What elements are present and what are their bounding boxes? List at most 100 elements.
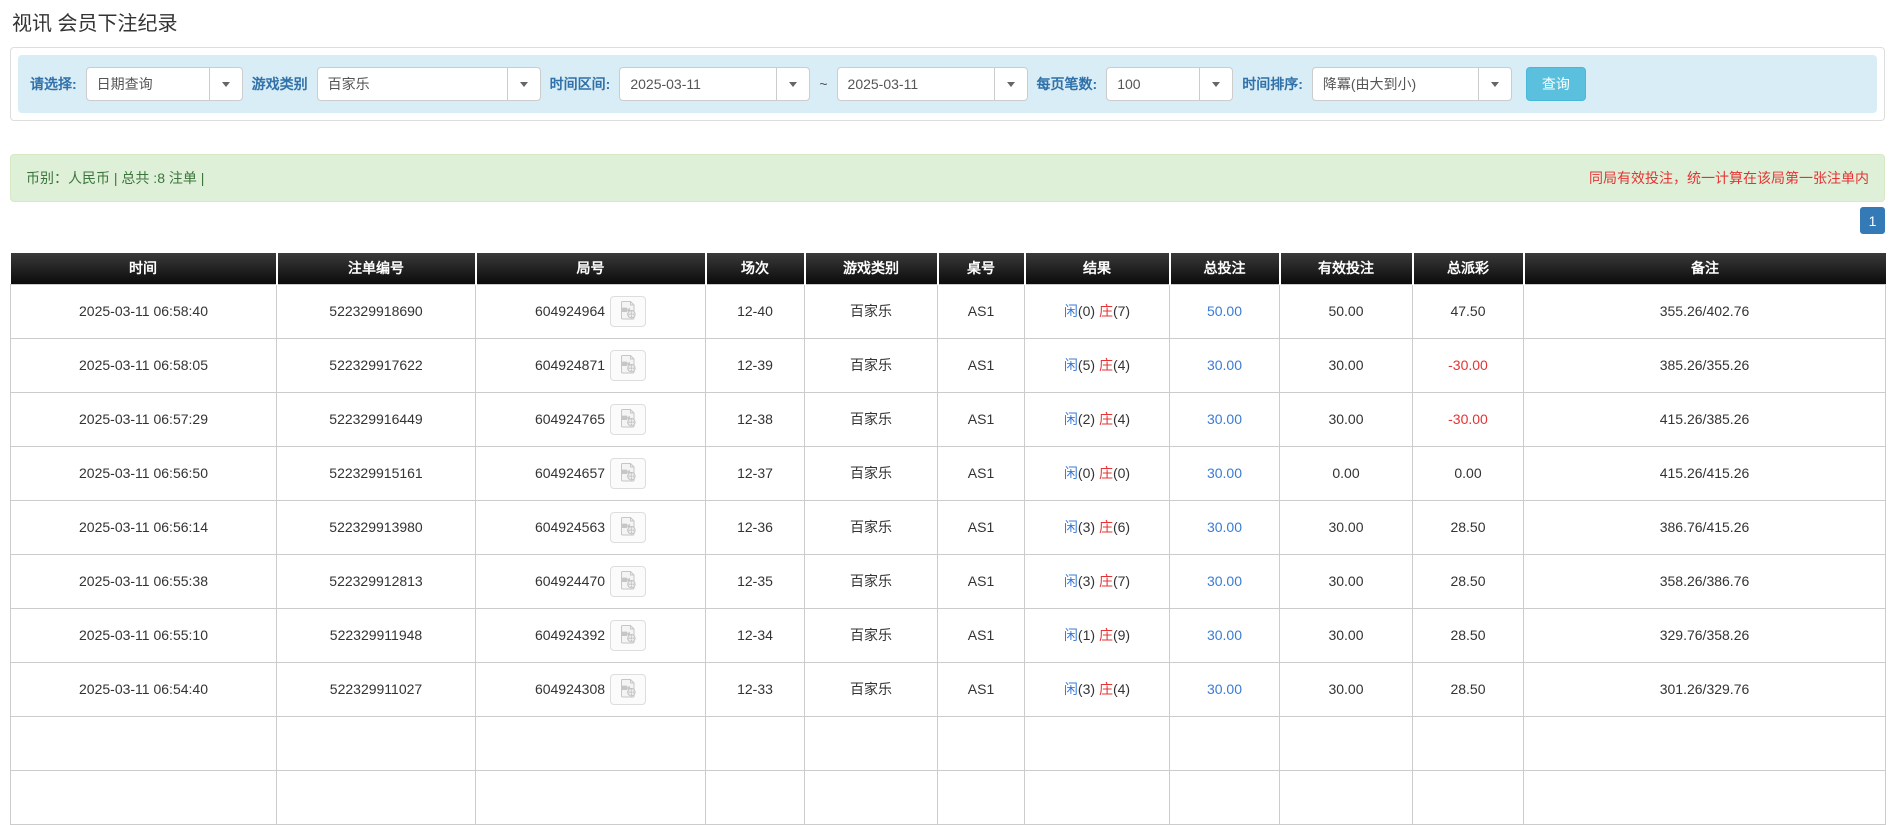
round-id-cell: 604924308 — [475, 661, 706, 717]
caret-down-icon — [506, 68, 540, 100]
video-file-icon — [618, 624, 638, 647]
date-from-select[interactable]: 2025-03-11 — [619, 67, 811, 101]
empty-cell — [1523, 715, 1886, 771]
round-id-cell: 604924563 — [475, 499, 706, 555]
table-no-cell: AS1 — [937, 553, 1025, 609]
summary-info-bar: 币别：人民币 | 总共 :8 注单 | 同局有效投注，统一计算在该局第一张注单内 — [10, 154, 1885, 202]
video-replay-button[interactable] — [610, 565, 647, 597]
valid-bet-notice-text: 同局有效投注，统一计算在该局第一张注单内 — [1589, 170, 1869, 186]
player-result-label: 闲 — [1063, 681, 1078, 697]
banker-result-label: 庄 — [1098, 411, 1113, 427]
valid-bet-cell: 0.00 — [1279, 445, 1413, 501]
video-replay-button[interactable] — [610, 295, 647, 327]
time-cell: 2025-03-11 06:58:05 — [10, 337, 277, 393]
total-valid-bet: 230.00 — [1279, 769, 1413, 825]
banker-result-label: 庄 — [1098, 465, 1113, 481]
round-id: 604924765 — [534, 411, 606, 427]
date-to-select[interactable]: 2025-03-11 — [836, 67, 1028, 101]
total-bet-link[interactable]: 30.00 — [1169, 607, 1280, 663]
subtotal-row: 小计 8 260.00 230.00 101.50 — [10, 715, 1886, 771]
video-replay-button[interactable] — [610, 673, 647, 705]
video-file-icon — [618, 516, 638, 539]
table-no-cell: AS1 — [937, 337, 1025, 393]
empty-cell — [1024, 715, 1170, 771]
remark-cell: 329.76/358.26 — [1523, 607, 1886, 663]
round-id: 604924964 — [534, 303, 606, 319]
player-result-count: (3) — [1077, 681, 1096, 697]
video-replay-button[interactable] — [610, 403, 647, 435]
valid-bet-cell: 30.00 — [1279, 553, 1413, 609]
session-cell: 12-34 — [705, 607, 805, 663]
empty-cell — [475, 769, 706, 825]
game-type-select[interactable]: 百家乐 — [316, 67, 541, 101]
total-bet-link[interactable]: 30.00 — [1169, 553, 1280, 609]
table-row: 2025-03-11 06:56:50 522329915161 604924657… — [10, 445, 1886, 501]
session-cell: 12-40 — [705, 283, 805, 339]
player-result-count: (3) — [1077, 573, 1096, 589]
banker-result-count: (9) — [1112, 627, 1131, 643]
session-cell: 12-35 — [705, 553, 805, 609]
search-button[interactable]: 查询 — [1525, 67, 1586, 101]
page-title: 视讯 会员下注纪录 — [12, 13, 178, 35]
game-type-cell: 百家乐 — [804, 445, 938, 501]
pagination: 1 — [10, 207, 1885, 234]
game-type-cell: 百家乐 — [804, 337, 938, 393]
query-type-select[interactable]: 日期查询 — [85, 67, 243, 101]
round-id-cell: 604924871 — [475, 337, 706, 393]
empty-cell — [1024, 769, 1170, 825]
banker-result-count: (4) — [1112, 357, 1131, 373]
round-id-cell: 604924657 — [475, 445, 706, 501]
col-header-total-bet: 总投注 — [1169, 253, 1281, 284]
pagination-page-1-button[interactable]: 1 — [1860, 207, 1885, 234]
currency-total-text: 币别：人民币 | 总共 :8 注单 | — [26, 170, 205, 186]
col-header-payout: 总派彩 — [1412, 253, 1525, 284]
payout-cell: 47.50 — [1412, 283, 1524, 339]
date-from-value: 2025-03-11 — [630, 76, 701, 92]
video-replay-button[interactable] — [610, 349, 647, 381]
player-result-count: (3) — [1077, 519, 1096, 535]
banker-result-count: (7) — [1112, 573, 1131, 589]
caret-down-icon — [1199, 68, 1232, 100]
video-replay-button[interactable] — [610, 457, 647, 489]
table-no-cell: AS1 — [937, 283, 1025, 339]
subtotal-total-bet: 260.00 — [1169, 715, 1280, 771]
game-type-cell: 百家乐 — [804, 553, 938, 609]
total-total-bet: 260.00 — [1169, 769, 1280, 825]
total-bet-link[interactable]: 30.00 — [1169, 499, 1280, 555]
page-size-select[interactable]: 100 — [1106, 67, 1234, 101]
session-cell: 12-37 — [705, 445, 805, 501]
video-replay-button[interactable] — [610, 619, 647, 651]
bet-id-cell: 522329911027 — [276, 661, 476, 717]
player-result-label: 闲 — [1063, 519, 1078, 535]
total-bet-link[interactable]: 30.00 — [1169, 337, 1280, 393]
round-id-cell: 604924392 — [475, 607, 706, 663]
table-no-cell: AS1 — [937, 445, 1025, 501]
time-cell: 2025-03-11 06:55:38 — [10, 553, 277, 609]
total-bet-link[interactable]: 30.00 — [1169, 445, 1280, 501]
video-file-icon — [618, 570, 638, 593]
sort-order-select[interactable]: 降冪(由大到小) — [1311, 67, 1512, 101]
banker-result-count: (6) — [1112, 519, 1131, 535]
table-body: 2025-03-11 06:58:40 522329918690 604924964… — [10, 283, 1886, 717]
remark-cell: 301.26/329.76 — [1523, 661, 1886, 717]
game-type-cell: 百家乐 — [804, 607, 938, 663]
total-bet-link[interactable]: 30.00 — [1169, 391, 1280, 447]
table-summary: 小计 8 260.00 230.00 101.50 总计 8 260.00 23… — [10, 715, 1886, 825]
caret-down-icon — [776, 68, 809, 100]
player-result-label: 闲 — [1063, 573, 1078, 589]
video-replay-button[interactable] — [610, 511, 647, 543]
date-to-value: 2025-03-11 — [847, 76, 919, 92]
total-bet-link[interactable]: 30.00 — [1169, 661, 1280, 717]
query-type-label: 请选择: — [30, 76, 77, 92]
empty-cell — [705, 769, 805, 825]
valid-bet-cell: 30.00 — [1279, 607, 1413, 663]
filter-panel: 请选择: 日期查询 游戏类别 百家乐 时间区间: 2025-03-11 ~ 20… — [10, 47, 1885, 121]
player-result-count: (0) — [1077, 465, 1096, 481]
banker-result-label: 庄 — [1098, 357, 1113, 373]
video-file-icon — [618, 300, 638, 323]
result-cell: 闲(3) 庄(7) — [1024, 553, 1170, 609]
total-bet-link[interactable]: 50.00 — [1169, 283, 1280, 339]
table-row: 2025-03-11 06:58:40 522329918690 604924964… — [10, 283, 1886, 339]
total-row: 总计 8 260.00 230.00 101.50 — [10, 769, 1886, 825]
subtotal-count: 8 — [276, 715, 476, 771]
